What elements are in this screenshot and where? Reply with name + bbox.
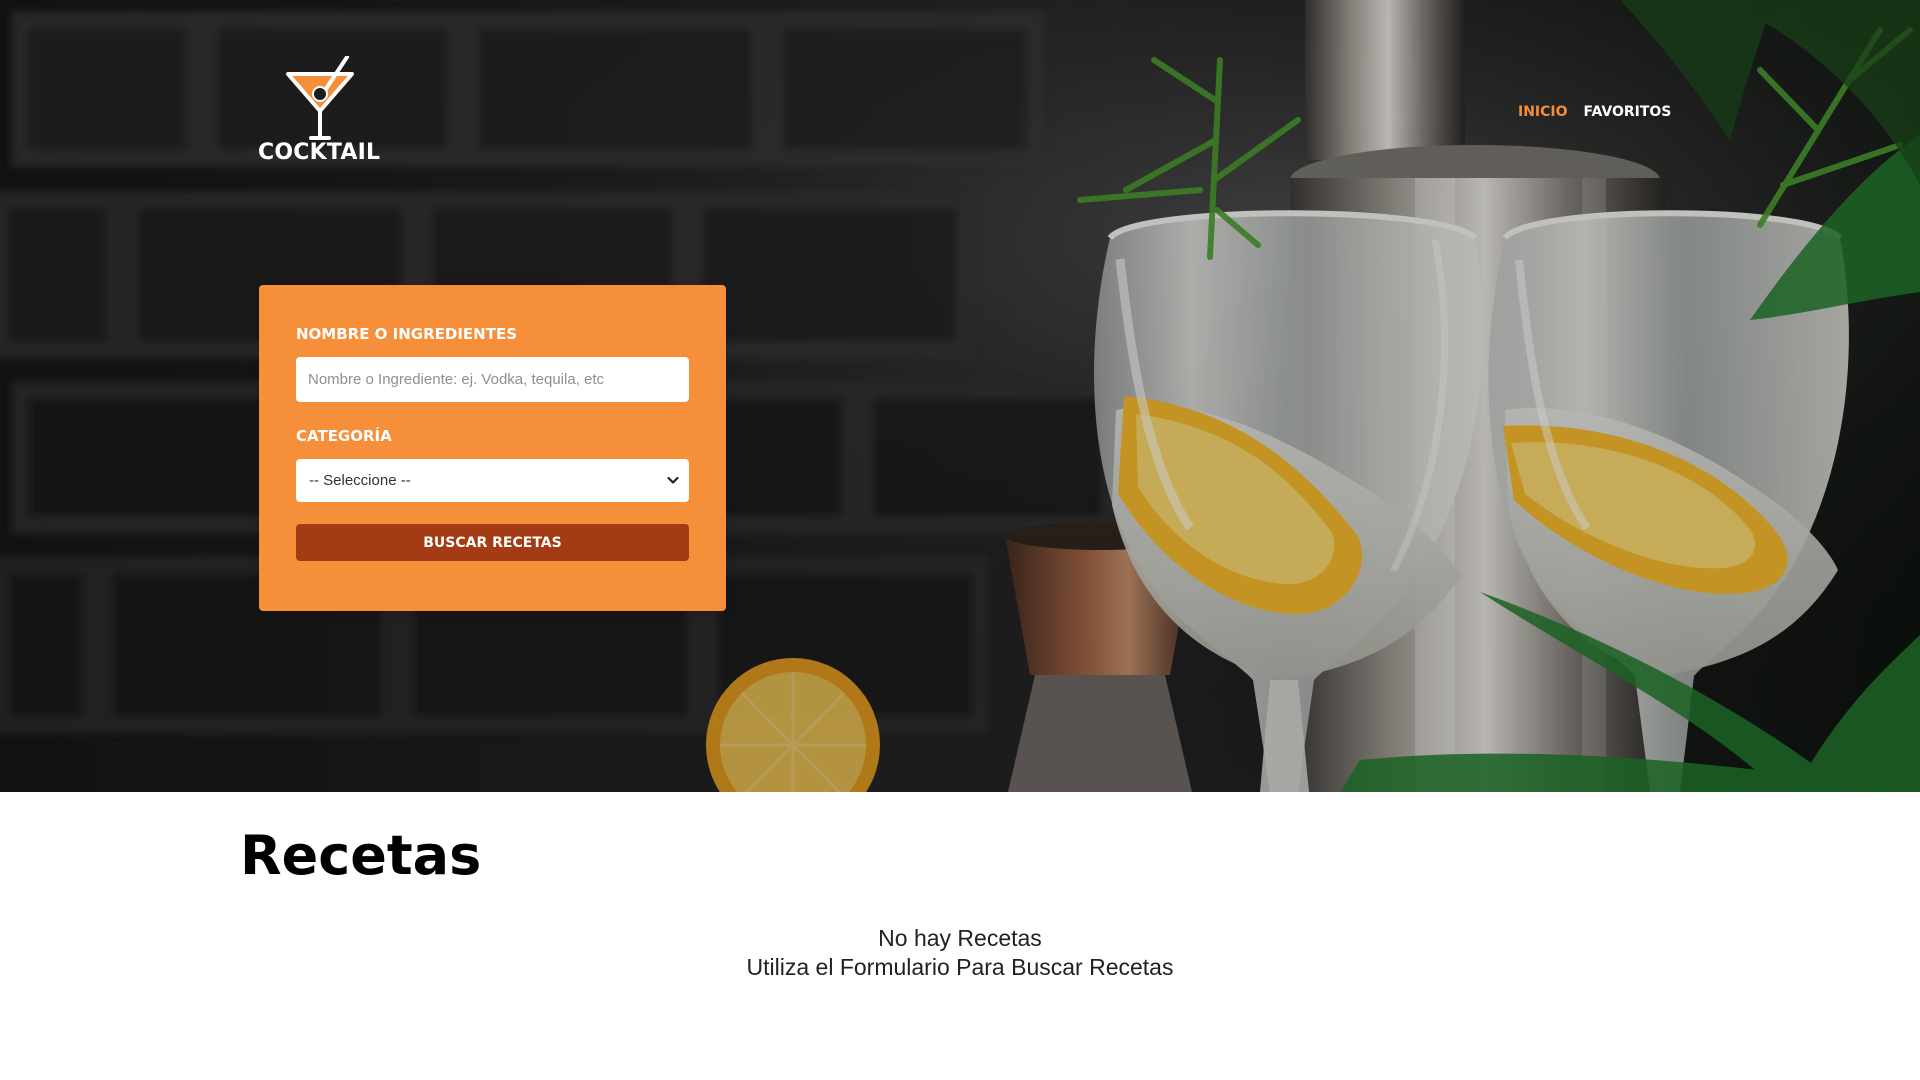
brand-name: COCKTAIL	[258, 140, 381, 165]
hero-section: COCKTAIL INICIO FAVORITOS NOMBRE O INGRE…	[0, 0, 1920, 792]
main-navigation: INICIO FAVORITOS	[1518, 103, 1671, 121]
empty-state-title: No hay Recetas	[878, 925, 1042, 951]
empty-state-help-text: Utiliza el Formulario Para Buscar Receta…	[746, 954, 1174, 980]
search-recipes-button[interactable]: BUSCAR RECETAS	[296, 524, 689, 561]
name-ingredient-label: NOMBRE O INGREDIENTES	[296, 325, 518, 343]
category-select-wrapper[interactable]: -- Seleccione --	[296, 459, 689, 502]
cocktail-glass-icon	[286, 56, 354, 140]
name-ingredient-input[interactable]	[296, 357, 689, 402]
site-header: COCKTAIL INICIO FAVORITOS	[0, 0, 1920, 200]
recipes-title: Recetas	[240, 824, 482, 887]
form-spacer	[296, 502, 689, 524]
brand-logo[interactable]: COCKTAIL	[258, 56, 380, 168]
nav-item-favoritos[interactable]: FAVORITOS	[1584, 103, 1672, 121]
recipes-section: Recetas No hay Recetas Utiliza el Formul…	[0, 792, 1920, 1080]
category-select[interactable]: -- Seleccione --	[296, 459, 689, 502]
empty-recipes-message: No hay Recetas Utiliza el Formulario Par…	[0, 924, 1920, 982]
form-spacer	[296, 402, 689, 427]
nav-item-inicio[interactable]: INICIO	[1518, 103, 1568, 121]
category-label: CATEGORÍA	[296, 427, 392, 445]
recipe-search-form: NOMBRE O INGREDIENTES CATEGORÍA -- Selec…	[259, 285, 726, 611]
